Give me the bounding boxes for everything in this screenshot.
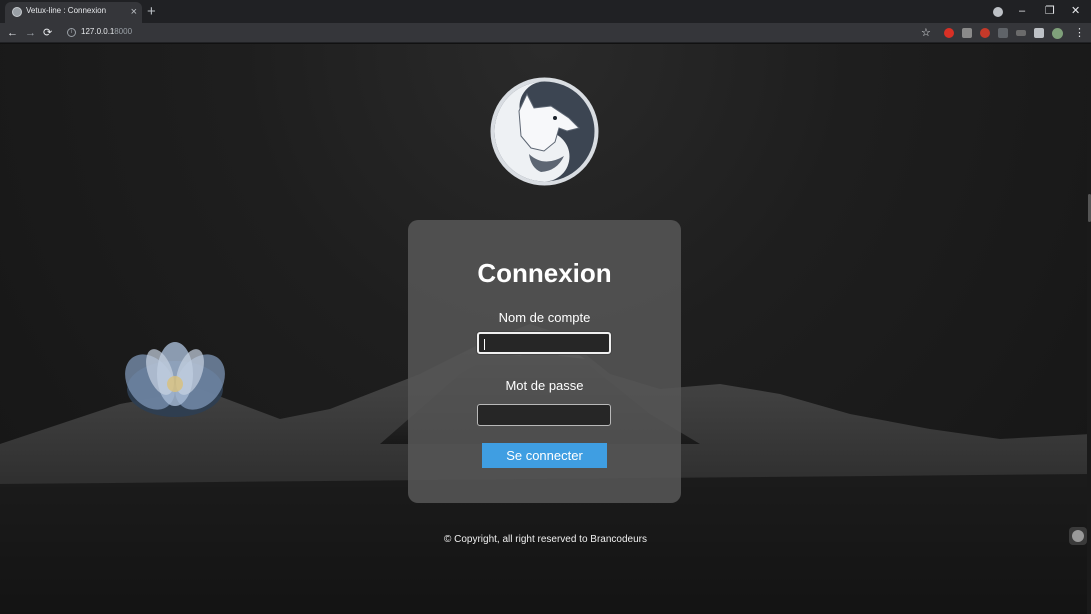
media-control-icon[interactable]: [993, 7, 1003, 17]
page-background: Connexion Nom de compte Mot de passe Se …: [0, 44, 1091, 614]
browser-menu-icon[interactable]: ⋮: [1074, 24, 1085, 42]
text-cursor: [484, 339, 485, 350]
floating-toolbar-button[interactable]: [1069, 527, 1087, 545]
forward-button[interactable]: →: [25, 24, 36, 42]
extension-grey-icon[interactable]: [962, 28, 972, 38]
page-scrollbar[interactable]: [1087, 44, 1091, 614]
password-label: Mot de passe: [505, 378, 584, 393]
profile-avatar[interactable]: [1052, 28, 1063, 39]
extensions-puzzle-icon[interactable]: [1034, 28, 1044, 38]
extension-red-icon[interactable]: [944, 28, 954, 38]
extension-glasses-icon[interactable]: [1016, 30, 1026, 36]
site-info-icon[interactable]: i: [67, 28, 76, 37]
bookmark-star-icon[interactable]: ☆: [921, 26, 931, 40]
login-button[interactable]: Se connecter: [482, 443, 607, 468]
extension-screen-icon[interactable]: [998, 28, 1008, 38]
back-button[interactable]: ←: [7, 24, 18, 42]
page-title: Connexion: [477, 258, 612, 288]
minimize-button[interactable]: –: [1019, 3, 1025, 19]
password-field[interactable]: [477, 404, 611, 426]
debug-toolbar-icon: [1072, 530, 1084, 542]
extension-badge-icon[interactable]: [980, 28, 990, 38]
restore-button[interactable]: ❐: [1045, 3, 1055, 19]
username-label: Nom de compte: [498, 310, 591, 325]
browser-tab[interactable]: Vetux-line : Connexion ×: [5, 2, 142, 23]
close-tab-icon[interactable]: ×: [131, 4, 137, 20]
browser-tab-bar: Vetux-line : Connexion × + – ❐ ✕: [0, 0, 1091, 23]
reload-button[interactable]: ⟳: [43, 24, 52, 42]
username-field[interactable]: [477, 332, 611, 354]
address-host: 127.0.0.1: [81, 27, 115, 36]
close-window-button[interactable]: ✕: [1071, 3, 1080, 19]
address-port: :8000: [112, 27, 133, 36]
login-card: Connexion Nom de compte Mot de passe Se …: [408, 220, 681, 503]
copyright-footer: © Copyright, all right reserved to Branc…: [443, 534, 648, 545]
new-tab-button[interactable]: +: [147, 2, 156, 21]
tab-title: Vetux-line : Connexion: [26, 6, 107, 15]
favicon-icon: [12, 7, 22, 17]
browser-toolbar: ← → ⟳ i 127.0.0.1 :8000 ☆ ⋮: [0, 23, 1091, 43]
wolf-logo: [490, 77, 599, 186]
